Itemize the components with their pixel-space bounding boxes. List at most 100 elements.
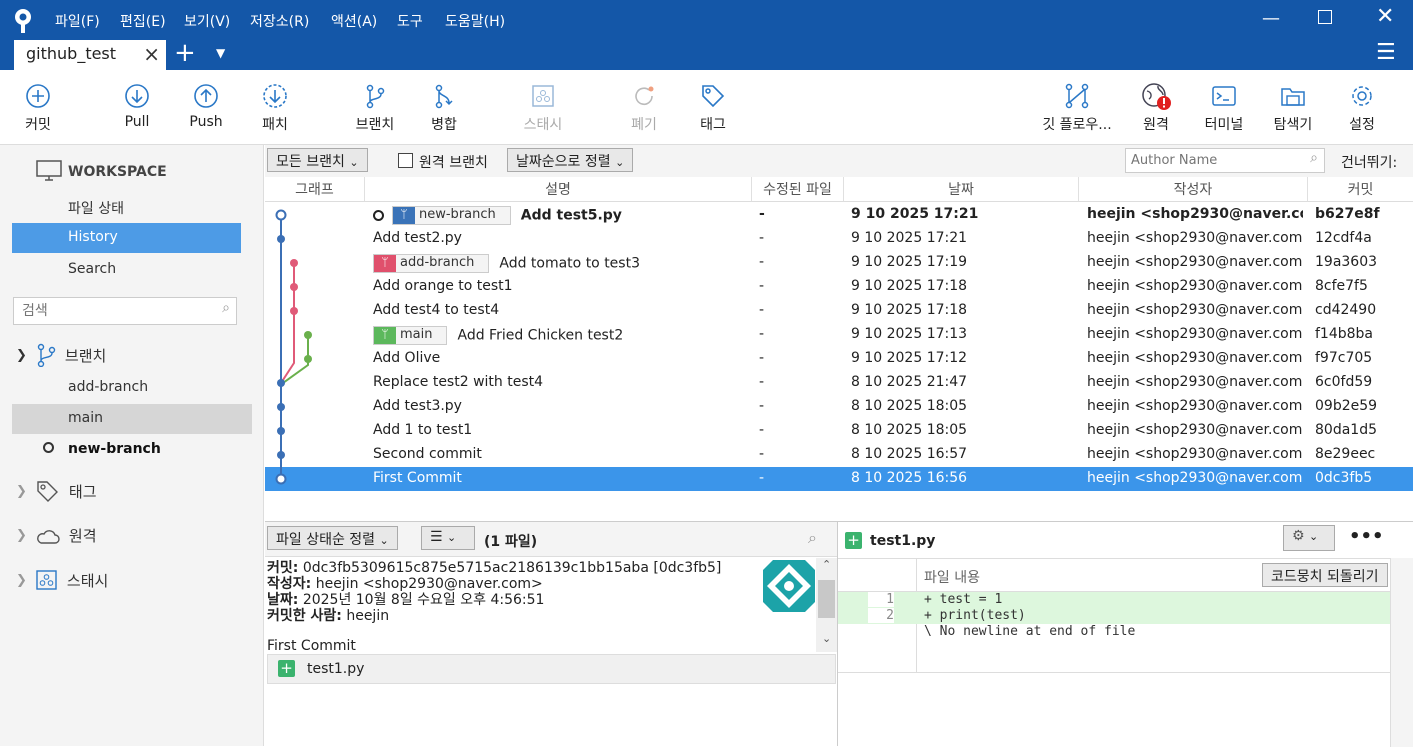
diff-scrollbar[interactable] xyxy=(1390,558,1413,747)
chevron-down-icon: ⌄ xyxy=(349,156,359,169)
search-icon[interactable]: ⌕ xyxy=(808,528,817,548)
menu-tools[interactable]: 도구 xyxy=(397,11,423,31)
commit-row[interactable]: Add test2.py - 9 10 2025 17:21 heejin <shop… xyxy=(265,227,1413,251)
sort-dropdown[interactable]: 날짜순으로 정렬 ⌄ xyxy=(507,148,634,172)
menu-help[interactable]: 도움말(H) xyxy=(445,11,505,31)
all-branches-label: 모든 브랜치 xyxy=(276,154,345,170)
all-branches-dropdown[interactable]: 모든 브랜치 ⌄ xyxy=(267,148,368,172)
commit-row[interactable]: ᛘ add-branch Add tomato to test3 - 9 10 2025… xyxy=(265,251,1413,275)
explorer-button[interactable]: 탐색기 xyxy=(1258,82,1328,134)
col-description[interactable]: 설명 xyxy=(365,177,752,202)
remotes-section[interactable]: ❯ 원격 xyxy=(16,525,97,546)
commit-row[interactable]: Add test4 to test4 - 9 10 2025 17:18 heejin… xyxy=(265,299,1413,323)
revert-hunk-button[interactable]: 코드뭉치 되돌리기 xyxy=(1262,563,1388,587)
branch-badge[interactable]: ᛘ add-branch xyxy=(373,254,490,273)
sidebar-search-box[interactable]: ⌕ xyxy=(13,297,237,325)
branch-item-add-branch[interactable]: add-branch xyxy=(12,373,241,403)
branch-item-main[interactable]: main xyxy=(12,404,252,434)
commit-row[interactable]: ᛘ new-branch Add test5.py - 9 10 2025 17:21 h… xyxy=(265,203,1413,227)
hamburger-menu-icon[interactable]: ☰ xyxy=(1376,40,1396,65)
col-commit[interactable]: 커밋 xyxy=(1308,177,1413,202)
pull-button[interactable]: Pull xyxy=(102,82,172,130)
author-filter-input[interactable] xyxy=(1131,149,1296,172)
commit-row[interactable]: Add Olive - 9 10 2025 17:12 heejin <shop293… xyxy=(265,347,1413,371)
terminal-icon xyxy=(1212,86,1236,106)
maximize-button[interactable] xyxy=(1318,10,1332,24)
repo-tab[interactable]: github_test × xyxy=(14,40,166,70)
commit-row[interactable]: Add orange to test1 - 9 10 2025 17:18 heeji… xyxy=(265,275,1413,299)
menu-actions[interactable]: 액션(A) xyxy=(331,11,377,31)
commit-row[interactable]: Add 1 to test1 - 8 10 2025 18:05 heejin <sh… xyxy=(265,419,1413,443)
col-graph[interactable]: 그래프 xyxy=(265,177,365,202)
remote-branches-checkbox[interactable] xyxy=(398,153,413,168)
merge-icon xyxy=(435,84,453,109)
fetch-button[interactable]: 패치 xyxy=(240,82,310,134)
minimize-button[interactable]: — xyxy=(1262,8,1280,29)
commit-date: 8 10 2025 18:05 xyxy=(851,422,968,438)
commit-row[interactable]: Replace test2 with test4 - 8 10 2025 21:47… xyxy=(265,371,1413,395)
merge-button[interactable]: 병합 xyxy=(409,82,479,134)
commit-author: heejin <shop2930@naver.com> xyxy=(1087,326,1303,342)
commit-row[interactable]: First Commit - 8 10 2025 16:56 heejin <shop… xyxy=(265,467,1413,491)
diff-settings-dropdown[interactable]: ⚙ ⌄ xyxy=(1283,525,1335,551)
sidebar-item-search[interactable]: Search xyxy=(12,255,241,285)
graph-node xyxy=(275,209,287,221)
tab-dropdown-icon[interactable]: ▼ xyxy=(216,46,225,60)
discard-button[interactable]: 폐기 xyxy=(609,82,679,134)
sidebar-item-label: History xyxy=(68,229,118,245)
git-flow-button[interactable]: 깃 플로우... xyxy=(1036,82,1118,134)
remote-button[interactable]: 원격 xyxy=(1121,82,1191,134)
scroll-up-icon[interactable]: ⌃ xyxy=(822,558,831,571)
close-tab-icon[interactable]: × xyxy=(143,42,160,66)
commit-row[interactable]: Second commit - 8 10 2025 16:57 heejin <sho… xyxy=(265,443,1413,467)
branch-badge[interactable]: ᛘ main xyxy=(373,326,448,345)
terminal-button[interactable]: 터미널 xyxy=(1189,82,1259,134)
author-filter-box[interactable]: ⌕ xyxy=(1125,148,1325,173)
commit-date: 8 10 2025 21:47 xyxy=(851,374,968,390)
push-button[interactable]: Push xyxy=(171,82,241,130)
branch-button[interactable]: 브랜치 xyxy=(340,82,410,134)
menu-edit[interactable]: 편집(E) xyxy=(120,11,166,31)
branches-section[interactable]: ❯ 브랜치 xyxy=(16,343,106,367)
graph-node xyxy=(277,427,285,435)
menu-repository[interactable]: 저장소(R) xyxy=(250,11,309,31)
sidebar-item-history[interactable]: History xyxy=(12,223,241,253)
col-modified-files[interactable]: 수정된 파일 xyxy=(752,177,844,202)
col-author[interactable]: 작성자 xyxy=(1079,177,1308,202)
commit-hash: b627e8f xyxy=(1315,206,1380,222)
list-icon: ☰ xyxy=(430,529,443,545)
tags-section[interactable]: ❯ 태그 xyxy=(16,479,97,503)
toolbar: 커밋 Pull Push 패치 브랜치 병합 스태시 폐기 태그 깃 플로우..… xyxy=(0,70,1413,145)
menu-view[interactable]: 보기(V) xyxy=(184,11,230,31)
sidebar-item-file-status[interactable]: 파일 상태 xyxy=(12,192,241,222)
scroll-down-icon[interactable]: ⌄ xyxy=(822,632,831,645)
tag-label: 태그 xyxy=(700,117,726,133)
view-mode-dropdown[interactable]: ☰ ⌄ xyxy=(421,526,475,550)
settings-button[interactable]: 설정 xyxy=(1327,82,1397,134)
commit-row[interactable]: Add test3.py - 8 10 2025 18:05 heejin <shop… xyxy=(265,395,1413,419)
commit-modified-files: - xyxy=(759,254,765,270)
graph-node xyxy=(277,379,285,387)
commit-button[interactable]: 커밋 xyxy=(3,82,73,134)
close-window-button[interactable]: ✕ xyxy=(1376,4,1394,29)
changed-file-row[interactable]: + test1.py xyxy=(267,654,836,684)
commit-modified-files: - xyxy=(759,470,765,486)
menu-file[interactable]: 파일(F) xyxy=(55,11,100,31)
sidebar-search-input[interactable] xyxy=(22,299,202,323)
stash-button[interactable]: 스태시 xyxy=(508,82,578,134)
more-options-icon[interactable]: ••• xyxy=(1349,526,1384,547)
new-tab-button[interactable]: + xyxy=(174,38,196,68)
branch-badge[interactable]: ᛘ new-branch xyxy=(392,206,511,225)
commit-graph xyxy=(275,209,312,485)
search-icon: ⌕ xyxy=(222,300,230,316)
col-date[interactable]: 날짜 xyxy=(844,177,1079,202)
branch-item-new-branch[interactable]: new-branch xyxy=(12,435,241,465)
commit-message: Add test4 to test4 xyxy=(373,302,500,318)
details-scrollbar[interactable]: ⌃ ⌄ xyxy=(816,558,837,652)
commit-row[interactable]: ᛘ main Add Fried Chicken test2 - 9 10 2025 1… xyxy=(265,323,1413,347)
diff-line: 2 + print(test) xyxy=(838,608,1390,624)
scrollbar-thumb[interactable] xyxy=(818,580,835,618)
file-sort-dropdown[interactable]: 파일 상태순 정렬 ⌄ xyxy=(267,526,398,550)
stashes-section[interactable]: ❯ 스태시 xyxy=(16,569,108,591)
tag-button[interactable]: 태그 xyxy=(678,82,748,134)
